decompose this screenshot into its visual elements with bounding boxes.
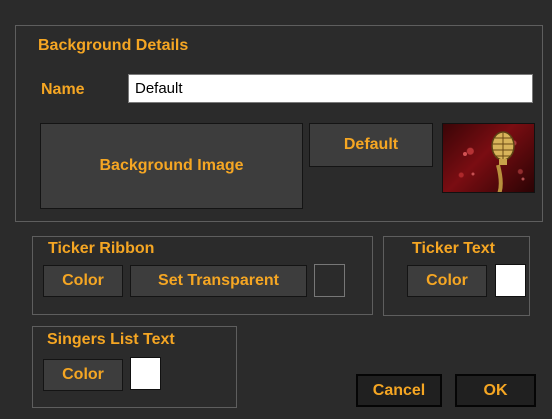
ticker-text-color-swatch (495, 264, 526, 297)
ticker-ribbon-color-button[interactable]: Color (43, 265, 123, 297)
name-input[interactable]: Default (128, 74, 533, 103)
default-button[interactable]: Default (309, 123, 433, 167)
set-transparent-button[interactable]: Set Transparent (130, 265, 307, 297)
background-image-button[interactable]: Background Image (40, 123, 303, 209)
ticker-ribbon-color-swatch (314, 264, 345, 297)
singers-list-color-button[interactable]: Color (43, 359, 123, 391)
singers-list-text-title: Singers List Text (47, 331, 175, 348)
name-label: Name (41, 81, 85, 98)
ticker-text-color-button[interactable]: Color (407, 265, 487, 297)
background-thumbnail (442, 123, 535, 193)
microphone-icon (463, 131, 525, 192)
background-details-title: Background Details (38, 37, 189, 54)
ok-button[interactable]: OK (455, 374, 536, 407)
ticker-text-title: Ticker Text (412, 240, 496, 257)
ticker-ribbon-title: Ticker Ribbon (48, 240, 155, 257)
singers-list-color-swatch (130, 357, 161, 390)
cancel-button[interactable]: Cancel (356, 374, 442, 407)
